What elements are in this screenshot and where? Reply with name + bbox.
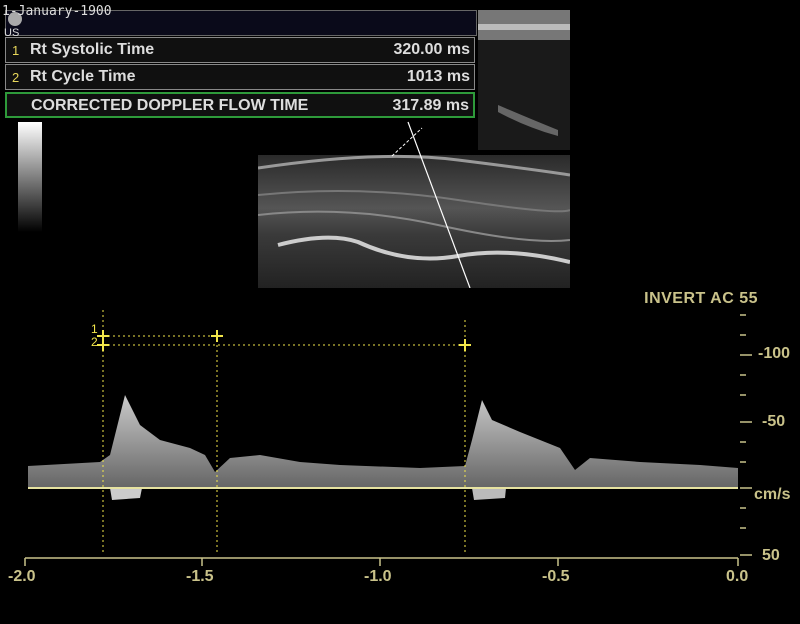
caliper-lines — [102, 310, 466, 555]
y-label-neg100: -100 — [758, 345, 791, 362]
y-label-neg50: -50 — [762, 413, 786, 430]
x-label-neg0-5: -0.5 — [542, 568, 570, 585]
spectrum-waveform — [28, 395, 738, 488]
caliper-label-1: 1 — [91, 322, 98, 336]
x-label-neg2: -2.0 — [8, 568, 36, 585]
caliper-label-2: 2 — [91, 335, 98, 349]
y-label-50: 50 — [762, 547, 780, 564]
doppler-spectrum: 1 2 — [24, 310, 752, 566]
y-scale-ticks — [740, 314, 752, 556]
caliper-markers — [97, 330, 471, 351]
x-label-neg1-5: -1.5 — [186, 568, 214, 585]
x-scale-ticks — [24, 557, 739, 566]
x-label-neg1: -1.0 — [364, 568, 392, 585]
x-label-0: 0.0 — [726, 568, 749, 585]
y-label-unit: cm/s — [754, 486, 791, 503]
